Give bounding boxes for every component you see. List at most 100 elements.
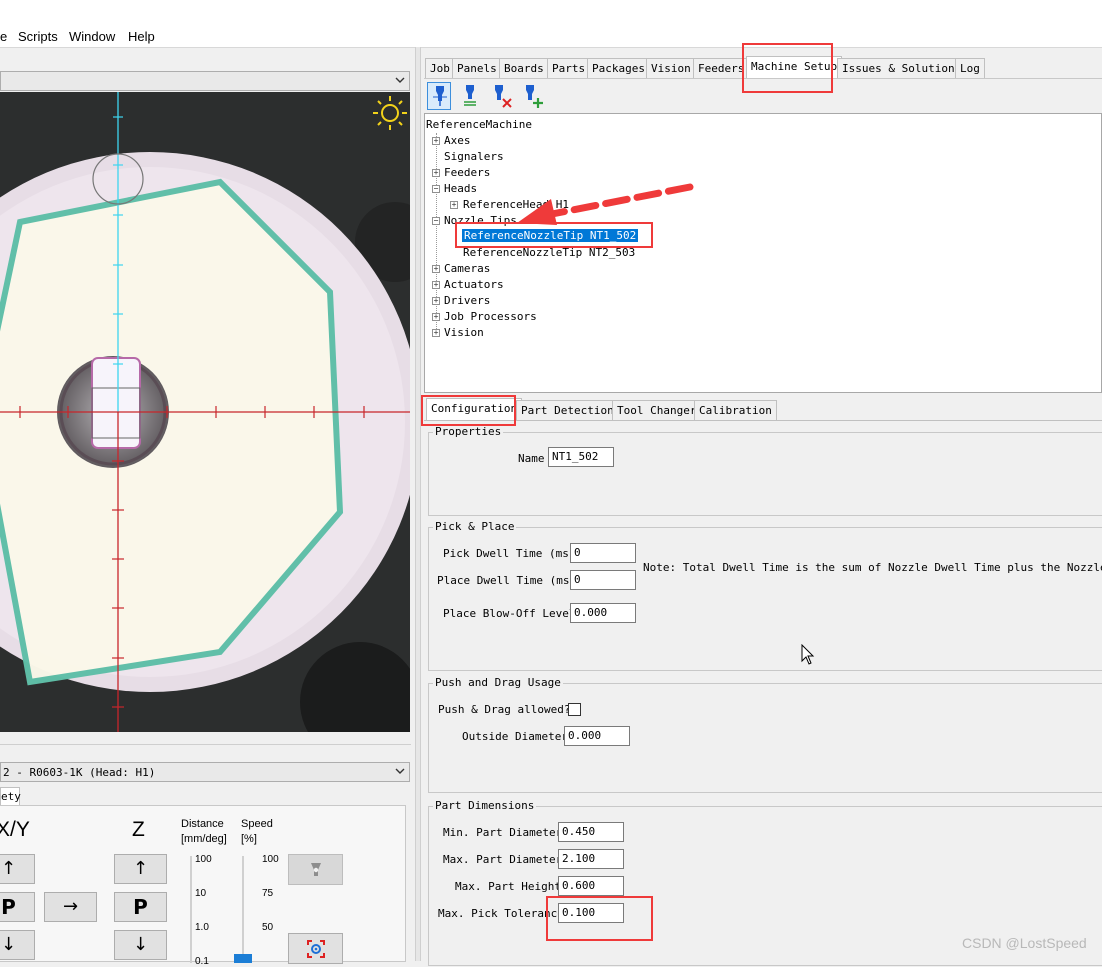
expand-icon[interactable]: + — [432, 329, 440, 337]
camera-view[interactable] — [0, 92, 410, 732]
speed-slider-thumb[interactable] — [234, 954, 252, 963]
tree-node-job-processors[interactable]: Job Processors — [444, 310, 537, 323]
tab-vision[interactable]: Vision — [646, 58, 696, 78]
distance-tick: 10 — [195, 888, 207, 899]
jog-z-plus-button[interactable]: ↑ — [114, 854, 167, 884]
menu-window[interactable]: Window — [69, 29, 115, 44]
split-divider[interactable] — [415, 47, 421, 961]
tree-node-feeders[interactable]: Feeders — [444, 166, 490, 179]
name-field[interactable]: NT1_502 — [548, 447, 614, 467]
menu-file[interactable]: e — [0, 29, 7, 44]
tree-root[interactable]: ReferenceMachine — [426, 118, 532, 131]
part-dimensions-title: Part Dimensions — [433, 799, 537, 812]
highlight-machine-setup — [742, 43, 833, 93]
tree-node-actuators[interactable]: Actuators — [444, 278, 504, 291]
dwell-note: Note: Total Dwell Time is the sum of Noz… — [643, 561, 1102, 574]
menu-bar: e Scripts Window Help — [0, 0, 1102, 48]
collapse-icon[interactable]: − — [432, 185, 440, 193]
nozzle-icon — [433, 86, 447, 106]
push-drag-title: Push and Drag Usage — [433, 676, 563, 689]
expand-icon[interactable]: + — [450, 201, 458, 209]
expand-icon[interactable]: + — [432, 137, 440, 145]
max-diameter-field[interactable]: 2.100 — [558, 849, 624, 869]
distance-unit: [mm/deg] — [181, 833, 227, 845]
distance-tick: 0.1 — [195, 956, 209, 967]
highlight-pick-tolerance — [546, 896, 653, 941]
tab-panels[interactable]: Panels — [452, 58, 502, 78]
jog-x-plus-button[interactable]: → — [44, 892, 97, 922]
name-label: Name — [518, 452, 545, 465]
tree-node-signalers[interactable]: Signalers — [444, 150, 504, 163]
jog-controls: X/Y Z Distance [mm/deg] Speed [%] ↑ P → … — [0, 805, 406, 967]
add-nozzle-icon[interactable] — [520, 84, 544, 108]
park-z-button[interactable]: P — [114, 892, 167, 922]
menu-help[interactable]: Help — [128, 29, 155, 44]
tab-packages[interactable]: Packages — [587, 58, 650, 78]
jog-y-minus-button[interactable]: ↓ — [0, 930, 35, 960]
remove-nozzle-icon[interactable] — [489, 84, 513, 108]
watermark: CSDN @LostSpeed — [962, 935, 1087, 951]
speed-slider[interactable] — [242, 856, 244, 963]
expand-icon[interactable]: + — [432, 297, 440, 305]
expand-icon[interactable]: + — [432, 281, 440, 289]
expand-icon[interactable]: + — [432, 169, 440, 177]
z-label: Z — [132, 818, 145, 841]
distance-tick: 1.0 — [195, 922, 209, 933]
pick-place-title: Pick & Place — [433, 520, 517, 533]
tab-issues-solutions[interactable]: Issues & Solutions — [837, 58, 967, 78]
properties-group: Properties — [428, 425, 1102, 516]
tab-parts[interactable]: Parts — [547, 58, 591, 78]
arrow-annotation-icon — [517, 183, 694, 225]
push-drag-checkbox[interactable] — [568, 703, 581, 716]
menu-scripts[interactable]: Scripts — [18, 29, 58, 44]
max-height-label: Max. Part Height — [455, 880, 561, 893]
tab-part-detection[interactable]: Part Detection — [516, 400, 619, 420]
tab-log[interactable]: Log — [955, 58, 985, 78]
tab-tool-changer[interactable]: Tool Changer — [612, 400, 702, 420]
tree-node-vision[interactable]: Vision — [444, 326, 484, 339]
collapse-icon[interactable]: − — [432, 217, 440, 225]
nozzle-down-icon[interactable] — [460, 84, 480, 108]
brightness-icon[interactable] — [371, 94, 409, 132]
speed-tick: 75 — [262, 888, 274, 899]
speed-tick: 100 — [262, 854, 279, 865]
pick-dwell-label: Pick Dwell Time (ms) — [443, 547, 576, 560]
jog-y-plus-button[interactable]: ↑ — [0, 854, 35, 884]
distance-slider[interactable] — [190, 856, 192, 963]
expand-icon[interactable]: + — [432, 265, 440, 273]
outside-diameter-field[interactable]: 0.000 — [564, 726, 630, 746]
tree-node-drivers[interactable]: Drivers — [444, 294, 490, 307]
max-height-field[interactable]: 0.600 — [558, 876, 624, 896]
nozzle-pick-button[interactable] — [288, 854, 343, 885]
speed-label: Speed — [241, 818, 273, 830]
expand-icon[interactable]: + — [432, 313, 440, 321]
push-drag-allowed-label: Push & Drag allowed? — [438, 703, 571, 716]
camera-target-button[interactable] — [288, 933, 343, 964]
tab-job[interactable]: Job — [425, 58, 455, 78]
tree-node-cameras[interactable]: Cameras — [444, 262, 490, 275]
mouse-cursor-icon — [801, 644, 815, 665]
xy-label: X/Y — [0, 818, 30, 841]
select-nozzle-button[interactable] — [427, 82, 451, 110]
jog-z-minus-button[interactable]: ↓ — [114, 930, 167, 960]
distance-label: Distance — [181, 818, 224, 830]
min-diameter-field[interactable]: 0.450 — [558, 822, 624, 842]
head-select[interactable]: 2 - R0603-1K (Head: H1) — [0, 762, 410, 782]
max-diameter-label: Max. Part Diameter — [443, 853, 563, 866]
pick-dwell-field[interactable]: 0 — [570, 543, 636, 563]
tree-node-axes[interactable]: Axes — [444, 134, 471, 147]
max-pick-tolerance-label: Max. Pick Tolerance — [438, 907, 564, 920]
outside-diameter-label: Outside Diameter — [462, 730, 568, 743]
tab-calibration[interactable]: Calibration — [694, 400, 777, 420]
head-select-value: 2 - R0603-1K (Head: H1) — [3, 766, 156, 779]
blow-off-field[interactable]: 0.000 — [570, 603, 636, 623]
park-xy-button[interactable]: P — [0, 892, 35, 922]
tab-safety[interactable]: ety — [0, 787, 21, 806]
camera-image — [0, 92, 410, 732]
camera-select[interactable] — [0, 71, 410, 91]
tab-feeders[interactable]: Feeders — [693, 58, 750, 78]
chevron-down-icon — [395, 77, 405, 83]
place-dwell-field[interactable]: 0 — [570, 570, 636, 590]
tree-node-heads[interactable]: Heads — [444, 182, 477, 195]
tab-boards[interactable]: Boards — [499, 58, 549, 78]
